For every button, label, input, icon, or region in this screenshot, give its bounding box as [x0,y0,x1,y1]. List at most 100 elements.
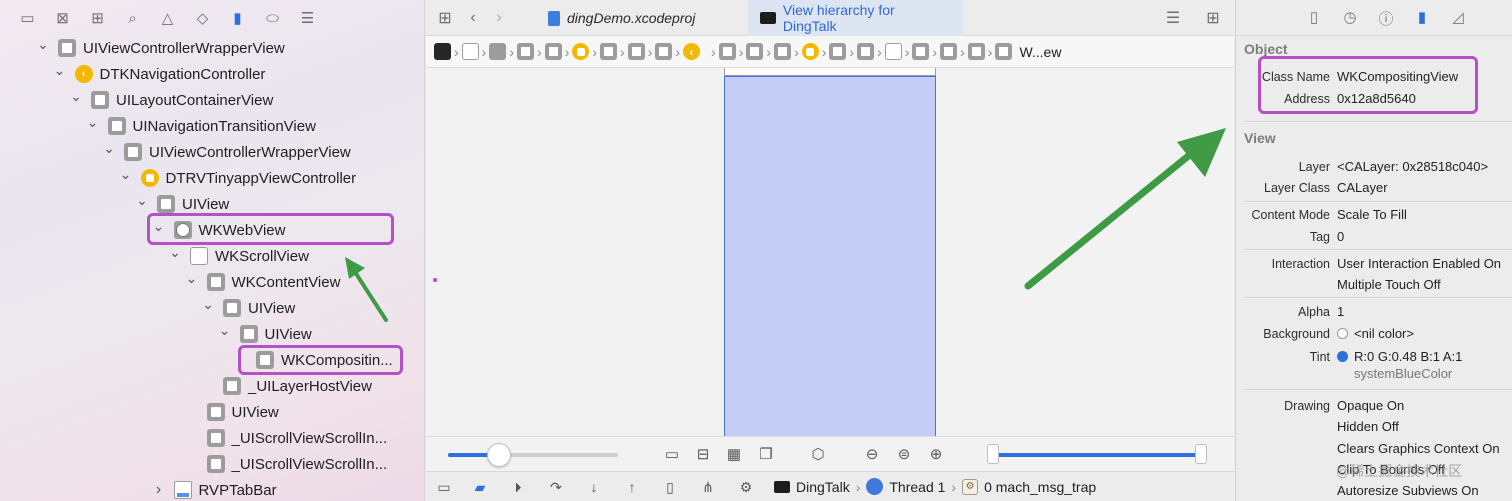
tag-icon[interactable]: ⬭ [255,6,290,30]
breadcrumb-item[interactable]: › [912,43,937,60]
folder-icon[interactable]: ▭ [10,6,45,30]
show-constraints-icon[interactable]: ⊟ [693,445,713,463]
hide-debug-area-icon[interactable]: ▭ [434,479,454,495]
spacing-slider-knob[interactable] [487,443,511,467]
breadcrumb-item[interactable]: › [627,43,652,60]
diamond-icon[interactable]: ◇ [185,6,220,30]
lines-icon[interactable]: ☰ [1158,8,1188,28]
drawing-value-3: Clears Graphics Context On [1337,441,1500,456]
breadcrumb-item[interactable]: › [718,43,743,60]
breadcrumb-item[interactable]: › [461,43,486,60]
zoom-actual-icon[interactable]: ⊜ [894,445,914,463]
chevron-right-icon[interactable] [152,481,166,499]
close-square-icon[interactable]: ⊠ [45,6,80,30]
list-icon[interactable]: ☰ [290,6,325,30]
breadcrumb-item[interactable]: › [801,43,826,60]
breadcrumb-item[interactable]: › [434,43,459,60]
tree-row[interactable]: _UIScrollViewScrollIn... [185,451,387,477]
range-slider-left-knob[interactable] [987,444,999,464]
tree-row[interactable]: UIViewControllerWrapperView [36,35,285,61]
view-box-icon [58,39,76,57]
nil-color-swatch [1337,328,1348,339]
view-controller-icon [801,43,819,60]
step-into-icon[interactable]: ↓ [584,479,604,495]
breadcrumb-item[interactable]: › [600,43,625,60]
hierarchy-icon[interactable]: ⊞ [80,6,115,30]
breadcrumb-item[interactable]: › [774,43,799,60]
forward-icon[interactable]: › [484,9,514,27]
tree-row[interactable]: _UIScrollViewScrollIn... [185,425,387,451]
tree-row[interactable]: ‹ DTKNavigationController [53,61,265,87]
tree-row[interactable]: UILayoutContainerView [69,87,273,113]
tree-row[interactable]: UIView [185,399,279,425]
selected-view-wkcompositingview[interactable] [724,76,936,436]
debug-frame[interactable]: 0 mach_msg_trap [984,479,1096,495]
file-inspector-icon[interactable]: ▯ [1304,8,1324,28]
tree-row[interactable]: UIView [218,321,312,347]
breadcrumb-current-label: W...ew [1019,43,1062,60]
tree-row[interactable]: UIViewControllerWrapperView [102,139,351,165]
breadcrumb-item[interactable]: › [829,43,854,60]
chevron-down-icon[interactable] [69,92,83,109]
tab-view-hierarchy[interactable]: View hierarchy for DingTalk [748,0,963,36]
chevron-down-icon[interactable] [135,196,149,213]
warning-icon[interactable]: △ [150,6,185,30]
breadcrumb-item[interactable]: › [884,43,909,60]
breadcrumb-item-current[interactable]: W...ew [995,43,1061,60]
step-over-icon[interactable]: ↷ [546,479,566,495]
tree-row[interactable]: DTRVTinyappViewController [119,165,356,191]
orient-3d-icon[interactable]: ⬡ [808,445,828,463]
breadcrumb-item[interactable]: › [489,43,514,60]
memory-graph-icon[interactable]: ⋔ [698,479,718,495]
tree-row[interactable]: WKScrollView [168,243,309,269]
tree-row[interactable]: WKContentView [185,269,340,295]
object-inspector-icon[interactable]: ▮ [1412,8,1432,28]
step-out-icon[interactable]: ↑ [622,479,642,495]
breadcrumb-item[interactable]: › [940,43,965,60]
search-icon[interactable]: ⌕ [115,6,150,30]
chevron-down-icon[interactable] [185,274,199,291]
zoom-out-icon[interactable]: ⊖ [862,445,882,463]
size-inspector-icon[interactable]: ◿ [1448,8,1468,28]
continue-icon[interactable]: ⏵ [508,479,528,495]
help-icon[interactable]: ⓘ [1376,8,1396,28]
spray-icon[interactable]: ▮ [220,6,255,30]
range-slider-right-knob[interactable] [1195,444,1207,464]
breadcrumb-item[interactable]: › [857,43,882,60]
breadcrumb-item[interactable]: › [655,43,680,60]
adjust-view-mode-icon[interactable]: ▦ [724,445,744,463]
tree-row[interactable]: _UILayerHostView [201,373,372,399]
chevron-down-icon[interactable] [119,170,133,187]
chevron-down-icon[interactable] [168,248,182,265]
chevron-down-icon[interactable] [102,144,116,161]
debug-app-name[interactable]: DingTalk [796,479,850,495]
tree-row[interactable]: RVPTabBar [152,477,277,501]
breadcrumb-item[interactable]: › [967,43,992,60]
breadcrumb-item[interactable]: › [517,43,542,60]
zoom-in-icon[interactable]: ⊕ [926,445,946,463]
chevron-down-icon[interactable] [201,300,215,317]
view-hierarchy-canvas[interactable] [426,68,1234,436]
grid-icon[interactable]: ⊞ [430,8,460,28]
change-canvas-icon[interactable]: ❐ [756,445,776,463]
show-clipped-icon[interactable]: ▭ [662,445,682,463]
history-icon[interactable]: ◷ [1340,8,1360,28]
tree-row[interactable]: UINavigationTransitionView [86,113,316,139]
tree-row-label: UIView [248,299,296,317]
chevron-down-icon[interactable] [218,326,232,343]
chevron-down-icon[interactable] [36,40,50,57]
environment-overrides-icon[interactable]: ⚙ [736,479,756,495]
breadcrumb-item[interactable]: › [683,43,716,60]
debug-view-hierarchy-icon[interactable]: ▯ [660,479,680,495]
breakpoints-icon[interactable]: ▰ [470,479,490,495]
breadcrumb-item[interactable]: › [544,43,569,60]
add-editor-icon[interactable]: ⊞ [1198,8,1228,28]
device-header-view[interactable] [724,68,936,76]
tab-xcodeproj[interactable]: dingDemo.xcodeproj [536,0,746,36]
chevron-down-icon[interactable] [53,66,67,83]
breadcrumb-item[interactable]: › [572,43,597,60]
chevron-down-icon[interactable] [86,118,100,135]
debug-thread[interactable]: Thread 1 [889,479,945,495]
tree-row[interactable]: UIView [201,295,295,321]
breadcrumb-item[interactable]: › [746,43,771,60]
